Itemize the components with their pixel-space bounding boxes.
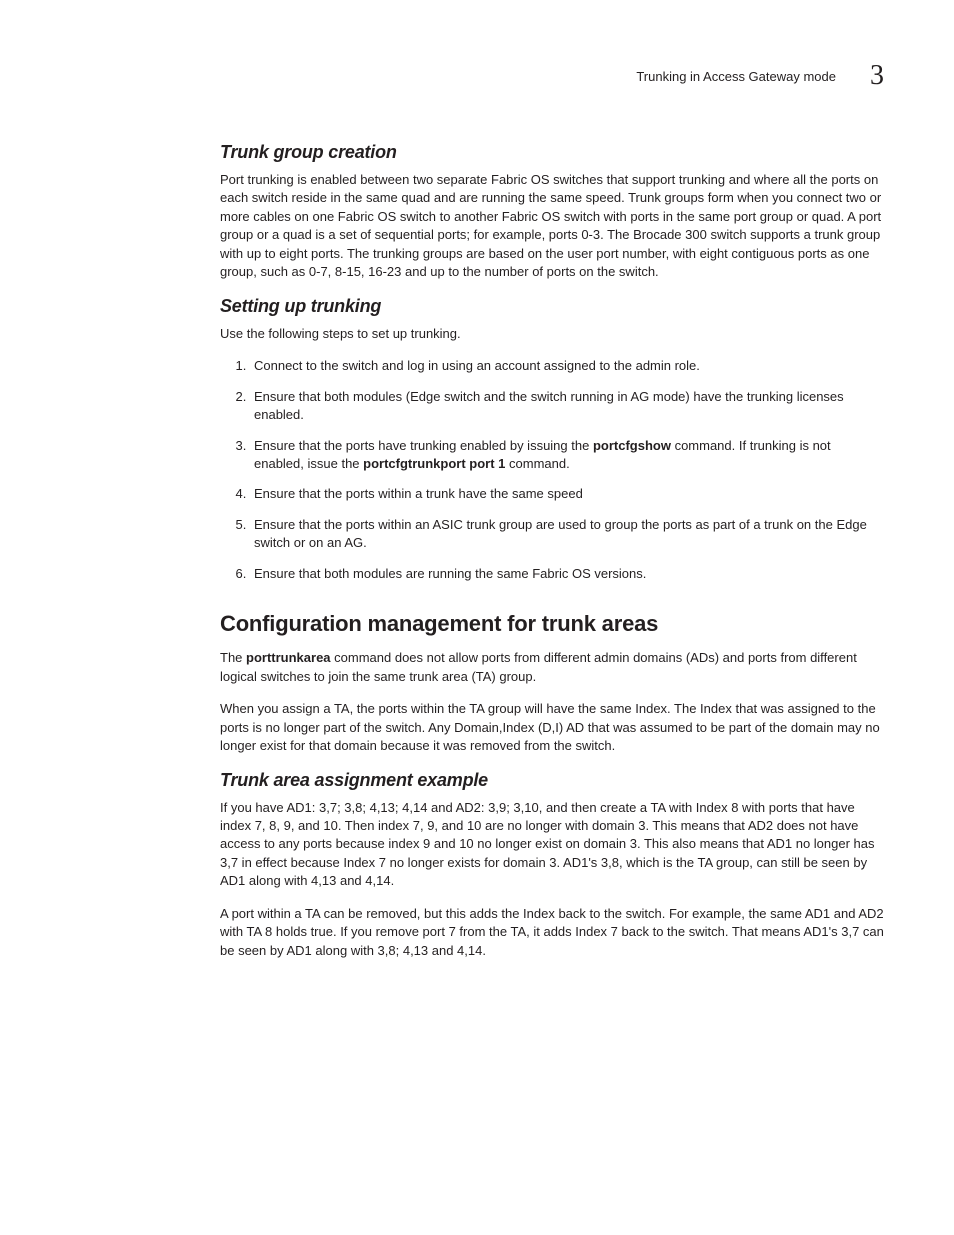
heading-setting-up-trunking: Setting up trunking bbox=[220, 296, 884, 317]
step-text: Connect to the switch and log in using a… bbox=[254, 358, 700, 373]
paragraph: The porttrunkarea command does not allow… bbox=[220, 649, 884, 686]
text-run: The bbox=[220, 650, 246, 665]
heading-config-mgmt: Configuration management for trunk areas bbox=[220, 611, 884, 637]
command-name: portcfgtrunkport port 1 bbox=[363, 456, 505, 471]
step-text: Ensure that both modules (Edge switch an… bbox=[254, 389, 844, 422]
list-item: Ensure that both modules (Edge switch an… bbox=[250, 388, 884, 425]
step-text: command. bbox=[505, 456, 569, 471]
paragraph: If you have AD1: 3,7; 3,8; 4,13; 4,14 an… bbox=[220, 799, 884, 891]
steps-list: Connect to the switch and log in using a… bbox=[220, 357, 884, 583]
step-text: Ensure that the ports have trunking enab… bbox=[254, 438, 593, 453]
paragraph: Port trunking is enabled between two sep… bbox=[220, 171, 884, 282]
list-item: Ensure that the ports have trunking enab… bbox=[250, 437, 884, 474]
paragraph: A port within a TA can be removed, but t… bbox=[220, 905, 884, 960]
step-text: Ensure that the ports within a trunk hav… bbox=[254, 486, 583, 501]
running-title: Trunking in Access Gateway mode bbox=[636, 69, 836, 84]
heading-ta-example: Trunk area assignment example bbox=[220, 770, 884, 791]
running-header: Trunking in Access Gateway mode 3 bbox=[70, 60, 884, 92]
list-item: Connect to the switch and log in using a… bbox=[250, 357, 884, 375]
document-page: Trunking in Access Gateway mode 3 Trunk … bbox=[0, 0, 954, 1235]
paragraph: When you assign a TA, the ports within t… bbox=[220, 700, 884, 755]
list-item: Ensure that the ports within an ASIC tru… bbox=[250, 516, 884, 553]
paragraph: Use the following steps to set up trunki… bbox=[220, 325, 884, 343]
list-item: Ensure that both modules are running the… bbox=[250, 565, 884, 583]
step-text: Ensure that both modules are running the… bbox=[254, 566, 646, 581]
step-text: Ensure that the ports within an ASIC tru… bbox=[254, 517, 867, 550]
chapter-number: 3 bbox=[870, 60, 884, 92]
heading-trunk-group-creation: Trunk group creation bbox=[220, 142, 884, 163]
command-name: portcfgshow bbox=[593, 438, 671, 453]
content-area: Trunk group creation Port trunking is en… bbox=[220, 142, 884, 960]
command-name: porttrunkarea bbox=[246, 650, 331, 665]
list-item: Ensure that the ports within a trunk hav… bbox=[250, 485, 884, 503]
